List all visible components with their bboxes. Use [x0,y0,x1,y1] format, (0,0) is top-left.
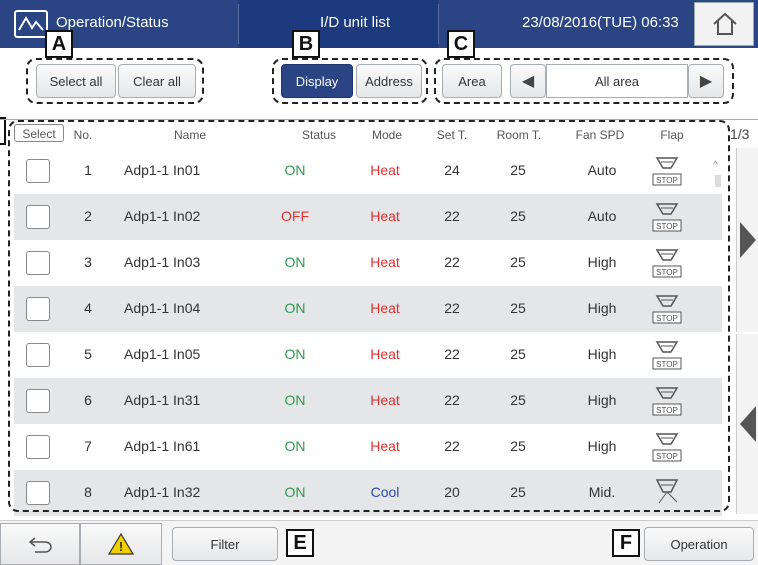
display-button[interactable]: Display [281,64,353,98]
page-prev-button[interactable] [736,334,758,514]
monitor-pulse-icon [14,10,48,38]
area-button[interactable]: Area [442,64,502,98]
warning-button[interactable]: ! [80,523,162,565]
select-all-button[interactable]: Select all [36,64,116,98]
label-c: C [447,30,475,58]
label-a: A [45,30,73,58]
page-indicator: 1/3 [730,126,750,142]
triangle-left-icon [740,406,756,442]
home-button[interactable] [694,2,754,46]
header-bar: Operation/Status I/D unit list 23/08/201… [0,0,758,48]
address-button[interactable]: Address [356,64,422,98]
clear-all-button[interactable]: Clear all [118,64,196,98]
label-d-fragment [0,117,6,145]
header-divider [438,4,439,44]
back-button[interactable] [0,523,80,565]
label-f: F [612,529,640,557]
header-center-panel: I/D unit list [238,0,438,48]
area-value: All area [546,64,688,98]
label-e: E [286,529,314,557]
header-title: Operation/Status [56,14,169,31]
home-icon [713,12,737,35]
triangle-right-icon: ▶ [699,73,713,90]
triangle-right-icon [740,222,756,258]
filter-button[interactable]: Filter [172,527,278,561]
header-datetime: 23/08/2016(TUE) 06:33 [522,14,679,31]
unit-table-frame [8,120,730,512]
label-b: B [292,30,320,58]
scroll-up-mark: ^ [713,160,718,171]
triangle-left-icon: ◀ [521,73,535,90]
area-prev-button[interactable]: ◀ [510,64,546,98]
header-center-title: I/D unit list [320,14,391,31]
page-next-button[interactable] [736,148,758,332]
svg-text:!: ! [119,539,123,554]
operation-button[interactable]: Operation [644,527,754,561]
area-next-button[interactable]: ▶ [688,64,724,98]
scrollbar-thumb[interactable] [715,175,721,187]
back-arrow-icon [28,537,52,553]
footer-bar: ! Filter E F Operation [0,520,758,565]
warning-icon: ! [108,532,134,555]
header-divider [238,4,239,44]
